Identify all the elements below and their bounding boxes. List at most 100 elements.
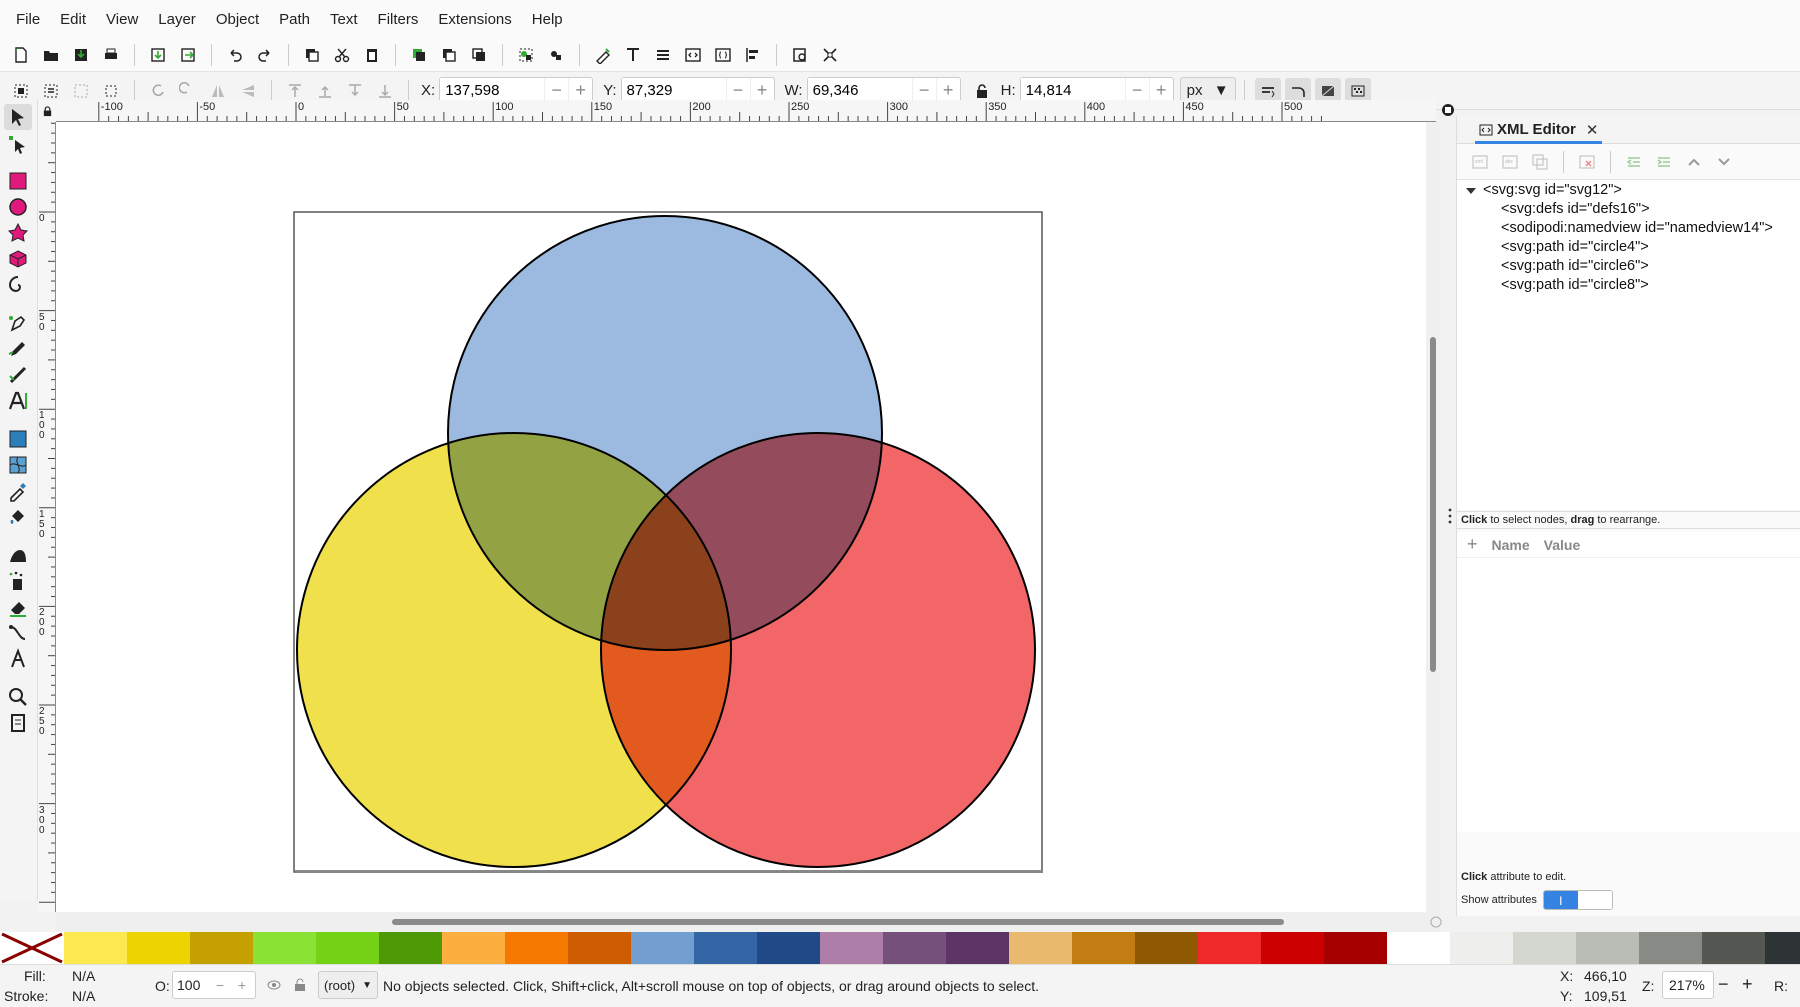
delete-node-button[interactable] [1574,149,1600,175]
redo-button[interactable] [252,42,278,68]
color-swatch[interactable] [946,932,1009,964]
color-swatch[interactable] [1450,932,1513,964]
tab-xml-editor[interactable]: XML Editor ✕ [1475,118,1603,144]
canvas[interactable] [56,122,1426,912]
paste-button[interactable] [359,42,385,68]
document-properties-button[interactable] [787,42,813,68]
layers-button[interactable] [650,42,676,68]
color-swatch[interactable] [1072,932,1135,964]
layer-lock-toggle[interactable] [292,977,308,996]
lower-node-button[interactable] [1711,149,1737,175]
clone-button[interactable] [436,42,462,68]
pages-tool[interactable] [4,710,32,736]
import-button[interactable] [145,42,171,68]
selector-tool[interactable] [4,104,32,130]
color-swatch[interactable] [1198,932,1261,964]
color-swatch[interactable] [820,932,883,964]
color-swatch[interactable] [505,932,568,964]
node-tool[interactable] [4,132,32,158]
calligraphy-tool[interactable] [4,362,32,388]
print-button[interactable] [98,42,124,68]
guide-lock-toggle[interactable] [38,100,56,122]
xml-node-circle6[interactable]: <svg:path id="circle6"> [1501,258,1649,274]
dock-resize-handle[interactable] [1447,505,1453,527]
layer-select[interactable]: (root) ▼ [318,971,378,999]
xml-editor-button[interactable] [680,42,706,68]
gradient-tool[interactable] [4,426,32,452]
color-swatch[interactable] [1387,932,1450,964]
color-swatch[interactable] [694,932,757,964]
circle-right[interactable] [600,432,1036,868]
mesh-tool[interactable] [4,452,32,478]
fill-stroke-button[interactable] [590,42,616,68]
group-button[interactable] [513,42,539,68]
eraser-tool[interactable] [4,594,32,620]
color-swatch[interactable] [1324,932,1387,964]
text-tool[interactable] [4,388,32,414]
align-distribute-button[interactable] [740,42,766,68]
no-paint-swatch[interactable] [0,932,64,964]
rectangle-tool[interactable] [4,168,32,194]
tweak-tool[interactable] [4,542,32,568]
xml-node-namedview[interactable]: <sodipodi:namedview id="namedview14"> [1501,220,1773,236]
zoom-out-button[interactable]: − [1718,974,1729,995]
ellipse-tool[interactable] [4,194,32,220]
cut-button[interactable] [329,42,355,68]
menu-object[interactable]: Object [206,11,269,28]
color-swatch[interactable] [1261,932,1324,964]
ungroup-button[interactable] [543,42,569,68]
unindent-node-button[interactable] [1621,149,1647,175]
pencil-tool[interactable] [4,336,32,362]
menu-extensions[interactable]: Extensions [428,11,521,28]
zoom-in-button[interactable]: + [1742,974,1753,995]
spray-tool[interactable] [4,568,32,594]
spiral-tool[interactable] [4,272,32,298]
color-swatch[interactable] [1513,932,1576,964]
color-swatch[interactable] [316,932,379,964]
horizontal-scrollbar[interactable] [56,912,1440,932]
color-swatch[interactable] [1639,932,1702,964]
3d-box-tool[interactable] [4,246,32,272]
color-swatch[interactable] [631,932,694,964]
color-swatch[interactable] [442,932,505,964]
opacity-increment-button[interactable]: + [231,977,253,993]
color-swatch[interactable] [1702,932,1765,964]
menu-edit[interactable]: Edit [50,11,96,28]
export-button[interactable] [175,42,201,68]
menu-file[interactable]: File [6,11,50,28]
new-element-node-button[interactable]: xml [1467,149,1493,175]
color-swatch[interactable] [190,932,253,964]
color-swatch[interactable] [1135,932,1198,964]
add-attribute-button[interactable]: + [1467,534,1478,555]
xml-node-svg-root[interactable]: <svg:svg id="svg12"> [1483,182,1622,198]
horizontal-scroll-thumb[interactable] [392,919,1284,925]
color-swatch[interactable] [1765,932,1800,964]
display-mode-button[interactable] [1440,100,1456,120]
zoom-input[interactable]: 217% [1662,971,1714,999]
paint-bucket-tool[interactable] [4,504,32,530]
menu-help[interactable]: Help [522,11,573,28]
color-swatch[interactable] [379,932,442,964]
xml-node-circle8[interactable]: <svg:path id="circle8"> [1501,277,1649,293]
preferences-button[interactable] [817,42,843,68]
measure-tool[interactable] [4,646,32,672]
menu-text[interactable]: Text [320,11,368,28]
new-text-node-button[interactable]: abc [1497,149,1523,175]
color-swatch[interactable] [127,932,190,964]
triangle-down-icon[interactable] [1465,184,1477,196]
open-button[interactable] [38,42,64,68]
raise-node-button[interactable] [1681,149,1707,175]
horizontal-ruler[interactable]: -100 -50 0 50 100 150 200 250 300 350 400 450 500 [56,100,1436,122]
save-button[interactable] [68,42,94,68]
xml-node-circle4[interactable]: <svg:path id="circle4"> [1501,239,1649,255]
show-attributes-toggle[interactable]: I [1542,890,1613,910]
color-manage-toggle[interactable] [1428,914,1444,930]
menu-path[interactable]: Path [269,11,320,28]
color-swatch[interactable] [64,932,127,964]
new-document-button[interactable] [8,42,34,68]
menu-view[interactable]: View [96,11,148,28]
zoom-tool[interactable] [4,684,32,710]
color-swatch[interactable] [568,932,631,964]
color-swatch[interactable] [883,932,946,964]
indent-node-button[interactable] [1651,149,1677,175]
